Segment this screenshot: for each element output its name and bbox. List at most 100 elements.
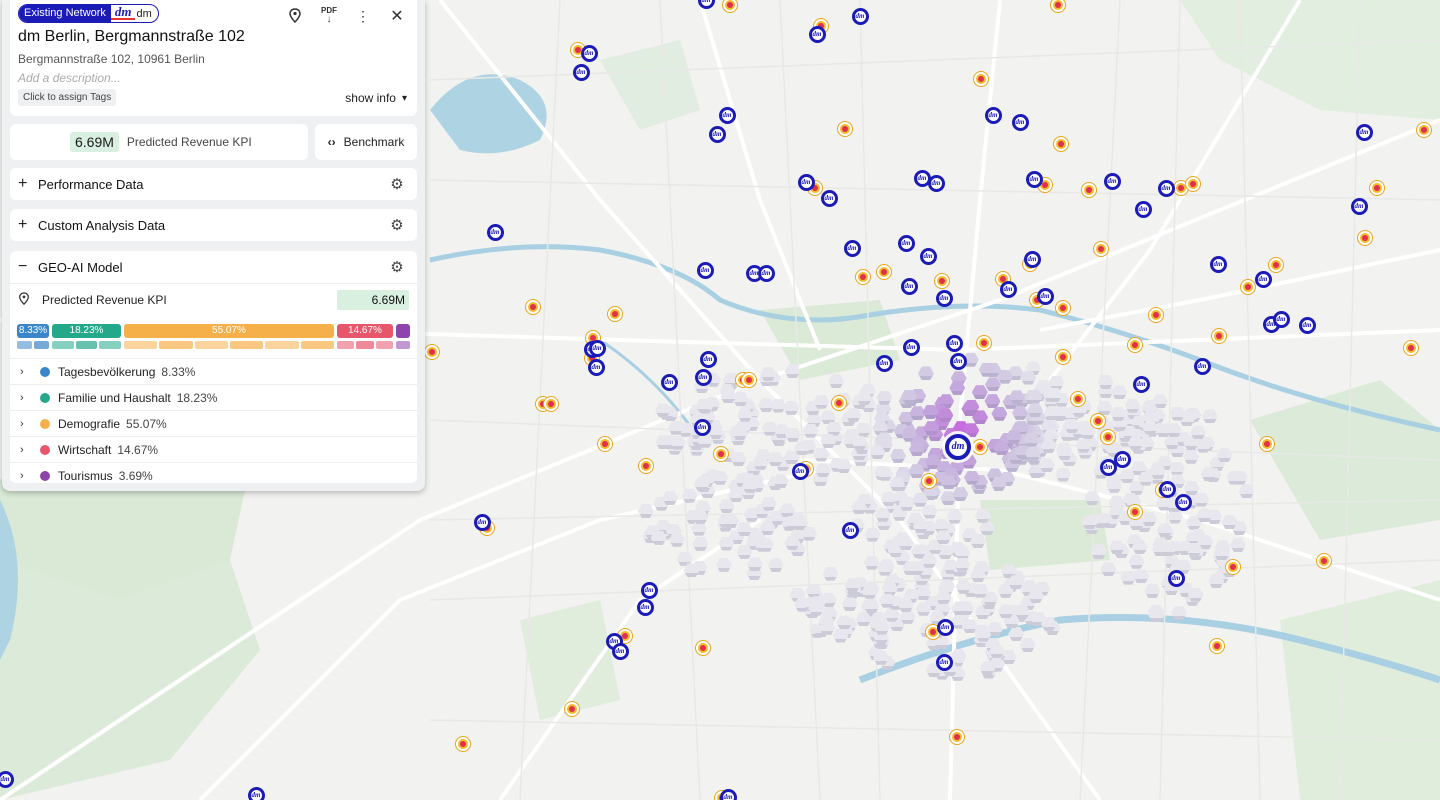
dm-store-marker[interactable]: dm <box>1298 316 1316 334</box>
competitor-marker[interactable] <box>1128 505 1142 519</box>
dm-store-marker[interactable]: dm <box>588 339 606 357</box>
dm-store-marker[interactable]: dm <box>486 223 504 241</box>
dm-store-marker[interactable]: dm <box>0 770 14 788</box>
location-pin-icon[interactable] <box>285 6 305 26</box>
dm-store-marker[interactable]: dm <box>1103 172 1121 190</box>
section-performance-data[interactable]: + Performance Data ⚙ <box>10 168 417 200</box>
competitor-marker[interactable] <box>922 474 936 488</box>
dm-store-marker[interactable]: dm <box>757 264 775 282</box>
category-row[interactable]: › Tagesbevölkerung 8.33% <box>10 358 417 384</box>
contribution-segment[interactable]: 8.33% <box>17 324 49 338</box>
competitor-marker[interactable] <box>977 336 991 350</box>
competitor-marker[interactable] <box>1404 341 1418 355</box>
dm-store-marker[interactable]: dm <box>875 354 893 372</box>
dm-store-marker[interactable]: dm <box>791 462 809 480</box>
competitor-marker[interactable] <box>1149 308 1163 322</box>
competitor-marker[interactable] <box>1186 177 1200 191</box>
category-row[interactable]: › Familie und Haushalt 18.23% <box>10 384 417 410</box>
competitor-marker[interactable] <box>742 373 756 387</box>
dm-store-marker[interactable]: dm <box>984 106 1002 124</box>
dm-store-marker[interactable]: dm <box>999 280 1017 298</box>
competitor-marker[interactable] <box>1241 280 1255 294</box>
dm-store-marker[interactable]: dm <box>1036 287 1054 305</box>
competitor-marker[interactable] <box>1212 329 1226 343</box>
contribution-segment[interactable] <box>396 324 410 338</box>
section-custom-analysis-data[interactable]: + Custom Analysis Data ⚙ <box>10 209 417 241</box>
gear-icon[interactable]: ⚙ <box>387 258 407 276</box>
dm-store-marker[interactable]: dm <box>660 373 678 391</box>
dm-store-marker[interactable]: dm <box>718 106 736 124</box>
dm-store-marker[interactable]: dm <box>919 247 937 265</box>
dm-store-marker[interactable]: dm <box>1011 113 1029 131</box>
competitor-marker[interactable] <box>935 274 949 288</box>
competitor-marker[interactable] <box>1260 437 1274 451</box>
dm-store-marker[interactable]: dm <box>935 653 953 671</box>
competitor-marker[interactable] <box>1094 242 1108 256</box>
dm-store-marker[interactable]: dm <box>1167 569 1185 587</box>
dm-store-marker[interactable]: dm <box>473 513 491 531</box>
close-icon[interactable]: ✕ <box>387 6 407 26</box>
competitor-marker[interactable] <box>974 72 988 86</box>
competitor-marker[interactable] <box>544 397 558 411</box>
dm-store-marker[interactable]: dm <box>580 44 598 62</box>
competitor-marker[interactable] <box>1269 258 1283 272</box>
dm-store-marker[interactable]: dm <box>693 418 711 436</box>
competitor-marker[interactable] <box>1317 554 1331 568</box>
dm-store-marker[interactable]: dm <box>820 189 838 207</box>
dm-store-marker[interactable]: dm <box>699 350 717 368</box>
competitor-marker[interactable] <box>1128 338 1142 352</box>
dm-store-marker[interactable]: dm <box>897 234 915 252</box>
competitor-marker[interactable] <box>456 737 470 751</box>
dm-store-marker[interactable]: dm <box>572 63 590 81</box>
more-vertical-icon[interactable]: ⋮ <box>353 6 373 26</box>
competitor-marker[interactable] <box>1417 123 1431 137</box>
description-input[interactable]: Add a description... <box>18 71 121 85</box>
dm-store-marker[interactable]: dm <box>945 334 963 352</box>
competitor-marker[interactable] <box>565 702 579 716</box>
dm-store-marker[interactable]: dm <box>1158 480 1176 498</box>
category-row[interactable]: › Wirtschaft 14.67% <box>10 436 417 462</box>
benchmark-button[interactable]: ‹› Benchmark <box>315 124 417 160</box>
competitor-marker[interactable] <box>1056 301 1070 315</box>
dm-store-marker[interactable]: dm <box>1132 375 1150 393</box>
competitor-marker[interactable] <box>714 447 728 461</box>
assign-tags-button[interactable]: Click to assign Tags <box>18 89 117 106</box>
competitor-marker[interactable] <box>832 396 846 410</box>
dm-store-marker[interactable]: dm <box>1157 179 1175 197</box>
competitor-marker[interactable] <box>639 459 653 473</box>
dm-store-marker[interactable]: dm <box>1174 493 1192 511</box>
dm-store-marker[interactable]: dm <box>1272 310 1290 328</box>
dm-store-marker[interactable]: dm <box>927 174 945 192</box>
competitor-marker[interactable] <box>877 265 891 279</box>
dm-store-marker[interactable]: dm <box>1025 170 1043 188</box>
competitor-marker[interactable] <box>1210 639 1224 653</box>
dm-store-marker[interactable]: dm <box>611 642 629 660</box>
dm-store-marker[interactable]: dm <box>841 521 859 539</box>
competitor-marker[interactable] <box>598 437 612 451</box>
competitor-marker[interactable] <box>1101 430 1115 444</box>
dm-store-marker[interactable]: dm <box>587 358 605 376</box>
dm-store-marker[interactable]: dm <box>1134 200 1152 218</box>
competitor-marker[interactable] <box>1091 414 1105 428</box>
show-info-toggle[interactable]: show info ▾ <box>345 91 407 105</box>
dm-store-marker[interactable]: dm <box>640 581 658 599</box>
dm-store-marker[interactable]: dm <box>808 25 826 43</box>
gear-icon[interactable]: ⚙ <box>387 175 407 193</box>
contribution-segment[interactable]: 14.67% <box>337 324 393 338</box>
competitor-marker[interactable] <box>973 440 987 454</box>
dm-store-marker[interactable]: dm <box>636 598 654 616</box>
category-row[interactable]: › Demografie 55.07% <box>10 410 417 436</box>
competitor-marker[interactable] <box>1056 350 1070 364</box>
contribution-segment[interactable]: 18.23% <box>52 324 121 338</box>
dm-store-marker[interactable]: dm <box>900 277 918 295</box>
competitor-marker[interactable] <box>838 122 852 136</box>
dm-store-marker[interactable]: dm <box>696 261 714 279</box>
dm-store-marker[interactable]: dm <box>247 786 265 800</box>
dm-store-marker[interactable]: dm <box>902 338 920 356</box>
gear-icon[interactable]: ⚙ <box>387 216 407 234</box>
pdf-download-icon[interactable]: PDF ↓ <box>319 6 339 26</box>
competitor-marker[interactable] <box>425 345 439 359</box>
geo-ai-header[interactable]: − GEO-AI Model ⚙ <box>10 251 417 284</box>
dm-store-marker[interactable]: dm <box>843 239 861 257</box>
dm-store-marker[interactable]: dm <box>1355 123 1373 141</box>
